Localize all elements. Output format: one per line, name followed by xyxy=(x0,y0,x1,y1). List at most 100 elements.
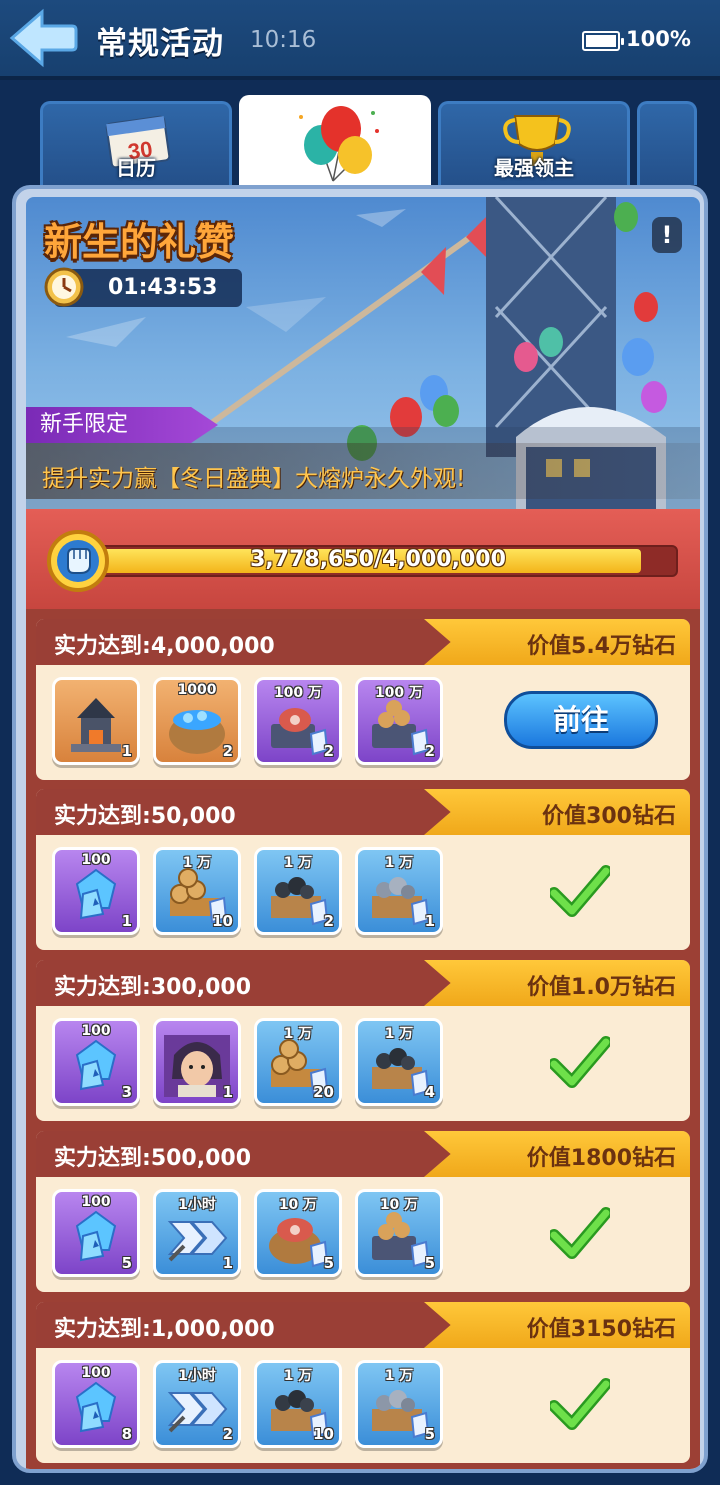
tier-header: 实力达到:1,000,000 价值3150钻石 xyxy=(36,1302,690,1348)
reward-count: 1 xyxy=(222,1254,233,1272)
tier-value: 价值300钻石 xyxy=(542,804,676,829)
reward-item[interactable]: 100 8 xyxy=(52,1360,140,1448)
speedup-icon xyxy=(167,1221,228,1262)
event-subtitle: 提升实力赢【冬日盛典】大熔炉永久外观! xyxy=(42,466,466,492)
reward-amount: 1000 xyxy=(177,682,217,698)
back-arrow-icon[interactable] xyxy=(8,8,78,68)
reward-amount: 1 万 xyxy=(283,1026,313,1042)
reward-item[interactable]: 1 xyxy=(153,1018,241,1106)
coal-crate-icon xyxy=(271,877,329,926)
tier-threshold: 300,000 xyxy=(150,975,252,1000)
reward-amount: 10 万 xyxy=(278,1197,318,1213)
reward-item[interactable]: 1 万 2 xyxy=(254,847,342,935)
gem-pile-icon xyxy=(75,1381,117,1433)
tier-threshold: 1,000,000 xyxy=(150,1317,275,1342)
gem-pile-icon xyxy=(75,1210,117,1262)
reward-item[interactable]: 100 1 xyxy=(52,847,140,935)
reward-item[interactable]: 100 万 2 xyxy=(355,677,443,765)
reward-amount: 1 万 xyxy=(283,855,313,871)
progress-area: 3,778,650/4,000,000 xyxy=(26,509,700,609)
tab-more[interactable] xyxy=(637,101,697,185)
tab-event-balloons[interactable] xyxy=(239,95,431,187)
reward-count: 2 xyxy=(222,1425,233,1443)
tier-header: 实力达到:300,000 价值1.0万钻石 xyxy=(36,960,690,1006)
tier-requirement: 实力达到:1,000,000 xyxy=(54,1311,275,1343)
reward-count: 20 xyxy=(313,1083,334,1101)
reward-amount: 1 万 xyxy=(182,855,212,871)
tier-requirement-label: 实力达到: xyxy=(54,634,151,659)
reward-amount: 1 万 xyxy=(384,1026,414,1042)
reward-item[interactable]: 100 5 xyxy=(52,1189,140,1277)
reward-count: 5 xyxy=(424,1254,435,1272)
reward-item[interactable]: 1小时 2 xyxy=(153,1360,241,1448)
battery-level: 100% xyxy=(626,27,691,51)
reward-count: 10 xyxy=(313,1425,334,1443)
reward-item[interactable]: 1 万 10 xyxy=(153,847,241,935)
event-title: 新生的礼赞 xyxy=(44,220,235,264)
reward-count: 2 xyxy=(222,742,233,760)
reward-amount: 100 万 xyxy=(374,685,424,701)
reward-count: 5 xyxy=(424,1425,435,1443)
reward-item[interactable]: 1 xyxy=(52,677,140,765)
gem-sack-icon xyxy=(169,710,225,754)
reward-item[interactable]: 1 万 20 xyxy=(254,1018,342,1106)
completed-check-icon xyxy=(550,1378,610,1430)
tier-value: 价值1.0万钻石 xyxy=(527,975,676,1000)
reward-item[interactable]: 1 万 5 xyxy=(355,1360,443,1448)
hero-portrait-icon xyxy=(164,1035,230,1097)
reward-item[interactable]: 1小时 1 xyxy=(153,1189,241,1277)
reward-count: 5 xyxy=(121,1254,132,1272)
progress-text: 3,778,650/4,000,000 xyxy=(250,547,506,572)
tier-requirement-label: 实力达到: xyxy=(54,975,151,1000)
meat-crate-icon xyxy=(271,708,329,756)
clock-icon xyxy=(44,267,84,307)
meat-sack-icon xyxy=(269,1218,329,1268)
tier-requirement-label: 实力达到: xyxy=(54,1317,151,1342)
reward-amount: 100 xyxy=(81,1023,111,1039)
tier-requirement-label: 实力达到: xyxy=(54,1146,151,1171)
reward-item[interactable]: 1 万 10 xyxy=(254,1360,342,1448)
tier-threshold: 500,000 xyxy=(150,1146,252,1171)
tier-value: 价值5.4万钻石 xyxy=(527,634,676,659)
reward-count: 2 xyxy=(323,912,334,930)
tab-strongest-lord[interactable]: 最强领主 xyxy=(438,101,630,185)
tier-header: 实力达到:500,000 价值1800钻石 xyxy=(36,1131,690,1177)
tab-calendar[interactable]: 30 日历 xyxy=(40,101,232,185)
reward-tier-card: 实力达到:50,000 价值300钻石 100 1 1 万 10 1 万 2 1 万 1 xyxy=(36,789,690,950)
reward-item[interactable]: 10 万 5 xyxy=(355,1189,443,1277)
top-bar: 常规活动 10:16 100% xyxy=(0,0,720,80)
reward-tier-card: 实力达到:1,000,000 价值3150钻石 100 8 1小时 2 1 万 10 1 万 5 xyxy=(36,1302,690,1463)
tier-requirement: 实力达到:50,000 xyxy=(54,798,236,830)
reward-item[interactable]: 1 万 1 xyxy=(355,847,443,935)
tab-label-strongest-lord: 最强领主 xyxy=(494,156,574,180)
reward-amount: 1 万 xyxy=(283,1368,313,1384)
tier-requirement: 实力达到:4,000,000 xyxy=(54,628,275,660)
balloons-icon xyxy=(299,106,379,182)
reward-item[interactable]: 100 万 2 xyxy=(254,677,342,765)
reward-item[interactable]: 1 万 4 xyxy=(355,1018,443,1106)
reward-amount: 1 万 xyxy=(384,855,414,871)
reward-amount: 1小时 xyxy=(178,1197,216,1213)
tier-value-badge: 价值1.0万钻石 xyxy=(424,960,690,1006)
page-title: 常规活动 xyxy=(96,26,224,62)
tier-value: 价值1800钻石 xyxy=(526,1146,676,1171)
reward-item[interactable]: 10 万 5 xyxy=(254,1189,342,1277)
wood-crate-icon xyxy=(372,700,430,756)
furnace-icon xyxy=(71,698,121,752)
reward-item[interactable]: 100 3 xyxy=(52,1018,140,1106)
tier-header: 实力达到:50,000 价值300钻石 xyxy=(36,789,690,835)
countdown-timer: 01:43:53 xyxy=(108,275,218,300)
info-icon[interactable]: ! xyxy=(652,217,682,253)
reward-tier-list[interactable]: 实力达到:4,000,000 价值5.4万钻石 1 1000 2 100 万 2 100 万2… xyxy=(26,609,700,1469)
reward-count: 2 xyxy=(323,742,334,760)
reward-item[interactable]: 1000 2 xyxy=(153,677,241,765)
reward-amount: 100 万 xyxy=(273,685,323,701)
reward-count: 4 xyxy=(424,1083,435,1101)
event-banner: 新生的礼赞 01:43:53 ! 新手限定 提升实力赢【冬日盛典】大熔炉永久外观… xyxy=(26,197,700,509)
reward-amount: 1 万 xyxy=(384,1368,414,1384)
go-button[interactable]: 前往 xyxy=(504,691,658,749)
completed-check-icon xyxy=(550,1207,610,1259)
gem-pile-icon xyxy=(75,1039,117,1091)
tier-value-badge: 价值3150钻石 xyxy=(424,1302,690,1348)
tier-value-badge: 价值1800钻石 xyxy=(424,1131,690,1177)
